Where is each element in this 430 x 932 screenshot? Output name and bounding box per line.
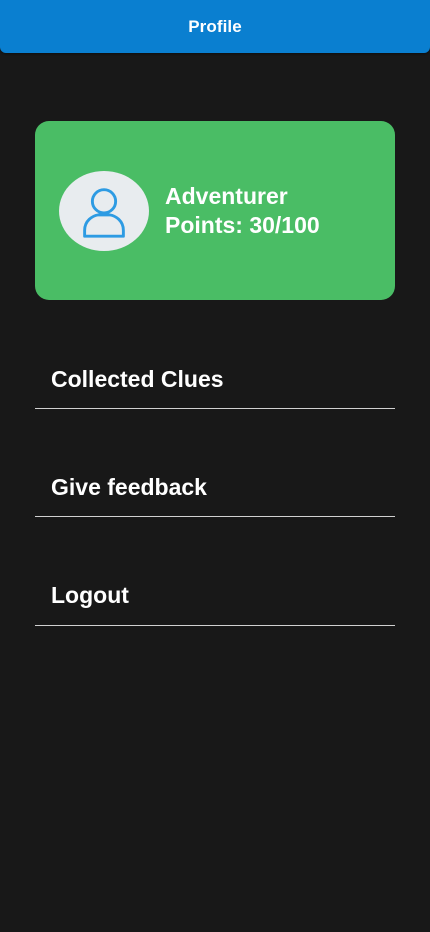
menu-item-give-feedback[interactable]: Give feedback [35, 448, 395, 517]
app-header: Profile [0, 0, 430, 53]
menu-item-logout[interactable]: Logout [35, 556, 395, 626]
user-info: Adventurer Points: 30/100 [165, 182, 320, 240]
menu-item-label: Logout [51, 582, 129, 608]
menu-item-collected-clues[interactable]: Collected Clues [35, 340, 395, 409]
username: Adventurer [165, 183, 288, 209]
profile-menu: Collected Clues Give feedback Logout [35, 340, 395, 626]
page-title: Profile [188, 16, 242, 36]
points-label: Points: 30/100 [165, 212, 320, 238]
avatar [59, 171, 149, 251]
menu-item-label: Give feedback [51, 474, 207, 500]
user-icon [83, 188, 125, 238]
profile-card: Adventurer Points: 30/100 [35, 121, 395, 300]
menu-item-label: Collected Clues [51, 366, 224, 392]
